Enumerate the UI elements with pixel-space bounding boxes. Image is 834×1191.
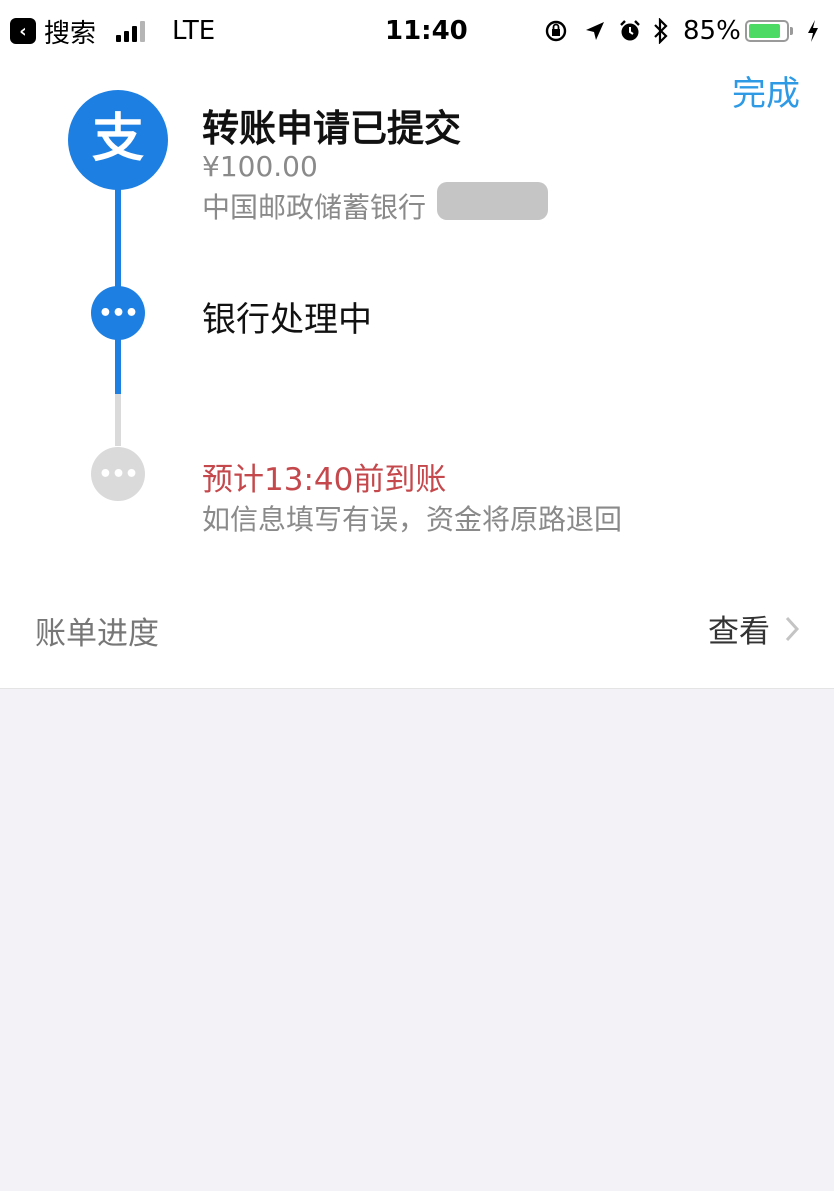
bill-progress-label: 账单进度: [35, 616, 159, 652]
timeline-line-pending: [115, 394, 121, 446]
battery-level: [749, 24, 780, 38]
view-button[interactable]: 查看: [708, 606, 800, 651]
back-icon: ‹: [10, 18, 36, 44]
back-label: 搜索: [44, 18, 97, 49]
processing-step-icon: •••: [91, 286, 145, 340]
pending-step-icon: •••: [91, 447, 145, 501]
bill-progress-row[interactable]: 账单进度 查看: [0, 572, 834, 688]
clock-time: 11:40: [385, 16, 468, 46]
chevron-right-icon: [785, 616, 800, 641]
logo-character: 支: [92, 109, 144, 169]
view-label: 查看: [708, 614, 770, 650]
empty-content-area: [0, 688, 834, 1191]
battery-percent: 85%: [683, 16, 741, 46]
alarm-icon: [620, 20, 640, 41]
done-button[interactable]: 完成: [732, 66, 800, 115]
network-type: LTE: [172, 16, 216, 46]
battery-icon: [745, 20, 789, 42]
step-processing-title: 银行处理中: [202, 300, 372, 340]
orientation-lock-icon: [545, 20, 567, 42]
signal-icon: [116, 20, 145, 42]
bluetooth-icon: [654, 18, 668, 44]
transfer-amount: ¥100.00: [202, 150, 318, 183]
refund-note: 如信息填写有误，资金将原路退回: [202, 503, 623, 536]
charging-icon: [808, 20, 818, 42]
redacted-account-number: [437, 182, 548, 220]
back-to-search[interactable]: ‹ 搜索: [10, 0, 96, 62]
bank-name: 中国邮政储蓄银行: [202, 191, 427, 224]
step-submitted-title: 转账申请已提交: [202, 107, 461, 150]
alipay-logo: 支: [68, 90, 168, 190]
location-icon: [586, 22, 604, 40]
arrival-estimate: 预计13:40前到账: [202, 462, 447, 498]
status-bar: ‹ 搜索 LTE 11:40 85%: [0, 0, 834, 62]
